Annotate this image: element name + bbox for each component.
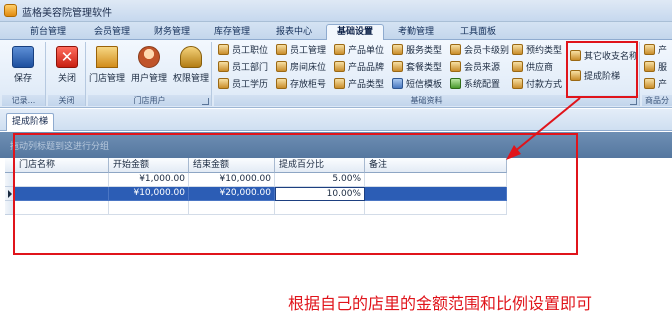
annotation-arrow-icon (506, 97, 581, 160)
annotation-text: 根据自己的店里的金额范围和比例设置即可 (288, 294, 593, 313)
